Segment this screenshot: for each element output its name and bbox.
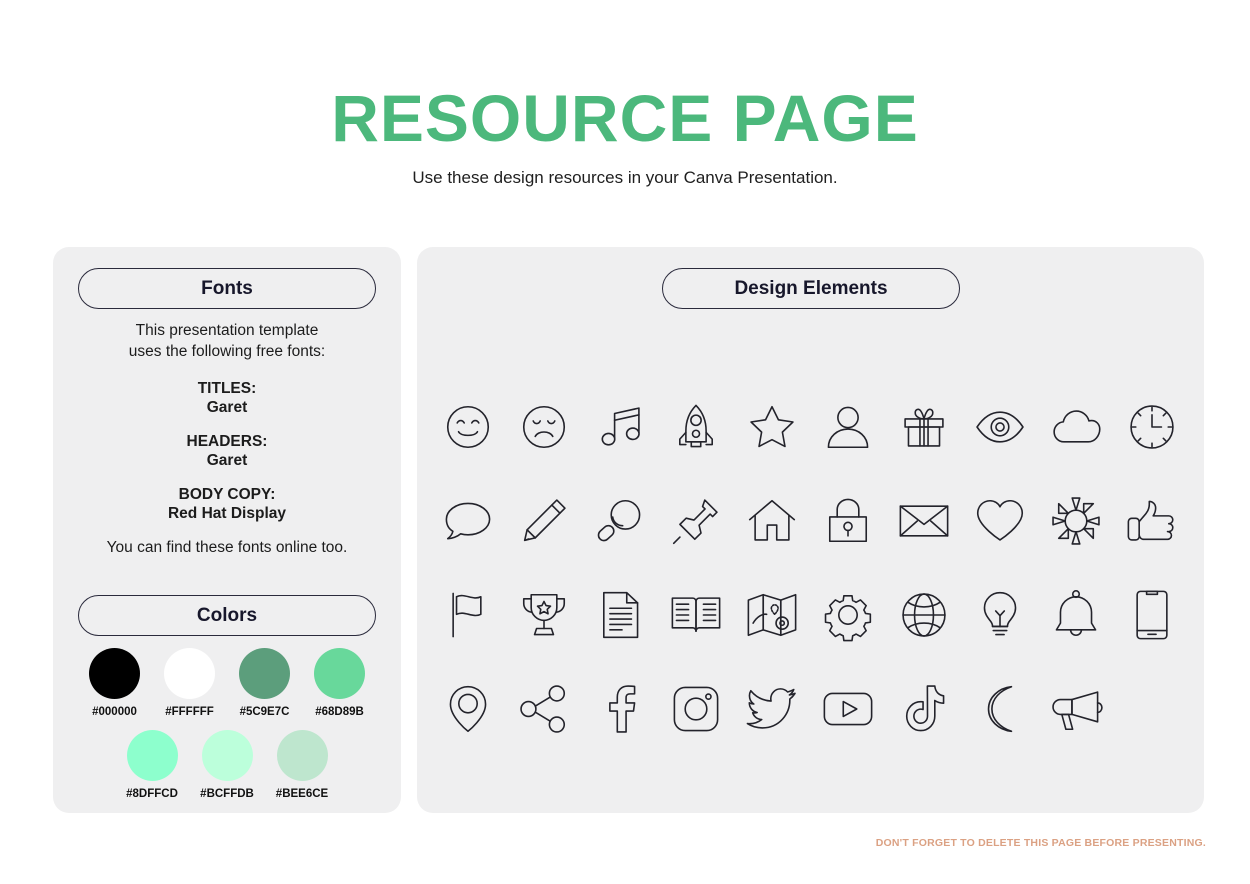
twitter-icon[interactable] — [741, 678, 803, 740]
person-icon[interactable] — [817, 396, 879, 458]
font-role-titles: TITLES: — [197, 380, 257, 397]
color-hex-label: #BCFFDB — [200, 788, 254, 800]
gear-icon[interactable] — [817, 584, 879, 646]
fonts-intro: This presentation template uses the foll… — [53, 320, 401, 362]
color-swatch-row-2: #8DFFCD #BCFFDB #BEE6CE — [53, 730, 401, 800]
color-dot — [239, 648, 290, 699]
pushpin-icon[interactable] — [665, 490, 727, 552]
moon-icon[interactable] — [969, 678, 1031, 740]
envelope-icon[interactable] — [893, 490, 955, 552]
color-dot — [276, 730, 328, 781]
fonts-intro-line-1: This presentation template — [135, 322, 319, 339]
color-swatch[interactable]: #BEE6CE — [275, 730, 329, 800]
color-hex-label: #8DFFCD — [126, 788, 178, 800]
color-swatch[interactable]: #5C9E7C — [239, 648, 290, 718]
color-swatch[interactable]: #FFFFFF — [164, 648, 215, 718]
location-pin-icon[interactable] — [437, 678, 499, 740]
house-icon[interactable] — [741, 490, 803, 552]
phone-icon[interactable] — [1121, 584, 1183, 646]
youtube-icon[interactable] — [817, 678, 879, 740]
globe-icon[interactable] — [893, 584, 955, 646]
color-hex-label: #68D89B — [315, 706, 364, 718]
sun-icon[interactable] — [1045, 490, 1107, 552]
font-role-body-copy: BODY COPY: — [178, 486, 276, 503]
cloud-icon[interactable] — [1045, 396, 1107, 458]
gift-icon[interactable] — [893, 396, 955, 458]
font-name-headers: Garet — [206, 451, 248, 469]
megaphone-icon[interactable] — [1045, 678, 1107, 740]
color-swatch-row-1: #000000 #FFFFFF #5C9E7C #68D89B — [53, 648, 401, 718]
font-group-body-copy: BODY COPY: Red Hat Display — [53, 486, 401, 523]
color-swatch[interactable]: #000000 — [89, 648, 140, 718]
colors-section-label: Colors — [196, 604, 258, 626]
font-group-headers: HEADERS: Garet — [53, 433, 401, 470]
font-name-body-copy: Red Hat Display — [167, 504, 286, 522]
music-note-icon[interactable] — [589, 396, 651, 458]
eye-icon[interactable] — [969, 396, 1031, 458]
star-icon[interactable] — [741, 396, 803, 458]
clock-icon[interactable] — [1121, 396, 1183, 458]
open-book-icon[interactable] — [665, 584, 727, 646]
instagram-icon[interactable] — [665, 678, 727, 740]
color-dot — [126, 730, 178, 781]
magnifier-icon[interactable] — [589, 490, 651, 552]
lock-icon[interactable] — [817, 490, 879, 552]
smiley-face-icon[interactable] — [437, 396, 499, 458]
document-icon[interactable] — [589, 584, 651, 646]
color-dot — [314, 648, 365, 699]
sad-face-icon[interactable] — [513, 396, 575, 458]
fonts-outro: You can find these fonts online too. — [106, 539, 348, 556]
fonts-section-header: Fonts — [78, 268, 376, 309]
heart-icon[interactable] — [969, 490, 1031, 552]
lightbulb-icon[interactable] — [969, 584, 1031, 646]
fonts-description: This presentation template uses the foll… — [53, 320, 401, 557]
thumbs-up-icon[interactable] — [1121, 490, 1183, 552]
fonts-intro-line-2: uses the following free fonts: — [128, 343, 326, 360]
design-elements-section-header: Design Elements — [662, 268, 960, 309]
speech-bubble-icon[interactable] — [437, 490, 499, 552]
delete-page-warning: DON'T FORGET TO DELETE THIS PAGE BEFORE … — [875, 837, 1206, 849]
design-elements-icon-grid — [430, 380, 1190, 756]
color-dot — [201, 730, 253, 781]
color-swatch[interactable]: #BCFFDB — [200, 730, 254, 800]
color-swatch[interactable]: #8DFFCD — [126, 730, 178, 800]
bell-icon[interactable] — [1045, 584, 1107, 646]
color-hex-label: #000000 — [92, 706, 137, 718]
share-icon[interactable] — [513, 678, 575, 740]
design-elements-label: Design Elements — [734, 277, 888, 299]
color-hex-label: #FFFFFF — [165, 706, 214, 718]
trophy-icon[interactable] — [513, 584, 575, 646]
color-hex-label: #5C9E7C — [239, 706, 290, 718]
color-dot — [164, 648, 215, 699]
rocket-icon[interactable] — [665, 396, 727, 458]
flag-icon[interactable] — [437, 584, 499, 646]
tiktok-icon[interactable] — [893, 678, 955, 740]
color-swatch[interactable]: #68D89B — [314, 648, 365, 718]
font-group-titles: TITLES: Garet — [53, 380, 401, 417]
page-subtitle: Use these design resources in your Canva… — [412, 168, 838, 187]
color-dot — [89, 648, 140, 699]
color-hex-label: #BEE6CE — [275, 788, 329, 800]
page-title: RESOURCE PAGE — [331, 81, 919, 155]
pencil-icon[interactable] — [513, 490, 575, 552]
colors-section-header: Colors — [78, 595, 376, 636]
font-name-titles: Garet — [206, 398, 248, 416]
fonts-section-label: Fonts — [201, 277, 253, 299]
map-icon[interactable] — [741, 584, 803, 646]
font-role-headers: HEADERS: — [186, 433, 268, 450]
facebook-icon[interactable] — [589, 678, 651, 740]
